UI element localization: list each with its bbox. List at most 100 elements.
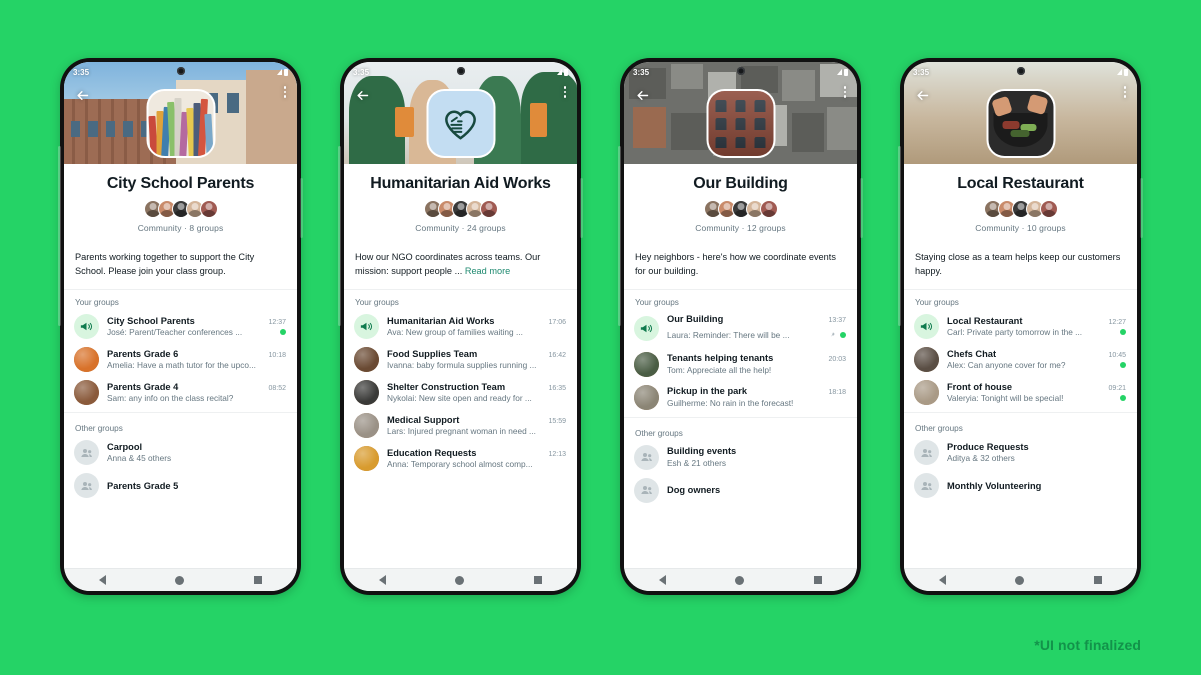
community-icon[interactable] (706, 89, 775, 158)
camera-notch (1016, 67, 1025, 75)
unread-indicator (840, 331, 846, 338)
android-nav-bar[interactable] (64, 568, 297, 591)
group-row[interactable]: Education Requests 12:13 Anna: Temporary s… (344, 442, 577, 475)
group-row[interactable]: Parents Grade 4 08:52 Sam: any info on the… (64, 376, 297, 409)
status-time: 3:35 (913, 67, 930, 77)
group-placeholder-icon (634, 444, 659, 470)
nav-recents-icon[interactable] (1094, 576, 1103, 584)
battery-icon (284, 68, 288, 76)
groups-list[interactable]: Your groups Our Building 13:37 Laura: Remin… (624, 290, 857, 568)
list-divider (624, 416, 857, 418)
group-row[interactable]: Local Restaurant 12:27 Carl: Private party… (904, 310, 1137, 343)
group-timestamp: 10:18 (268, 351, 286, 359)
nav-recents-icon[interactable] (814, 576, 823, 584)
nav-home-icon[interactable] (175, 575, 185, 585)
group-snippet: Alex: Can anyone cover for me? (947, 360, 1066, 371)
back-button[interactable] (73, 86, 91, 104)
community-subtitle: Community · 12 groups (695, 223, 786, 233)
group-timestamp: 12:37 (268, 318, 286, 326)
other-group-row[interactable]: Dog owners (624, 474, 857, 507)
group-placeholder-icon (914, 473, 939, 498)
back-button[interactable] (353, 86, 371, 104)
member-avatar-stack[interactable] (634, 200, 847, 218)
member-avatar (759, 200, 778, 218)
group-row[interactable]: Medical Support 15:59 Lars: Injured pregna… (344, 409, 577, 442)
community-icon[interactable] (426, 89, 495, 158)
android-nav-bar[interactable] (344, 568, 577, 591)
group-row[interactable]: Humanitarian Aid Works 17:06 Ava: New grou… (344, 310, 577, 343)
community-subtitle: Community · 24 groups (415, 223, 506, 233)
group-timestamp: 17:06 (548, 318, 566, 326)
group-timestamp: 16:42 (548, 351, 566, 359)
member-avatar-stack[interactable] (914, 200, 1127, 218)
android-nav-bar[interactable] (624, 568, 857, 591)
member-avatar (479, 200, 498, 218)
signal-icon (837, 69, 842, 75)
group-row[interactable]: Pickup in the park 18:18 Guilherme: No rai… (624, 381, 857, 414)
member-avatar-stack[interactable] (74, 200, 287, 218)
phone-local-restaurant: 3:35 Local Restaurant Community · 10 group… (898, 58, 1143, 595)
group-placeholder-icon (74, 473, 99, 498)
nav-recents-icon[interactable] (254, 576, 263, 584)
group-timestamp: 10:45 (1108, 351, 1126, 359)
read-more-link[interactable]: Read more (465, 266, 510, 276)
community-description: How our NGO coordinates across teams. Ou… (355, 252, 541, 276)
footnote-ui-not-finalized: *UI not finalized (1034, 637, 1141, 653)
overflow-menu-button[interactable] (283, 86, 286, 98)
camera-notch (736, 67, 745, 75)
nav-back-icon[interactable] (378, 575, 386, 585)
overflow-menu-button[interactable] (563, 86, 566, 98)
other-group-row[interactable]: Monthly Volunteering (904, 469, 1137, 502)
community-title: City School Parents (106, 175, 255, 192)
group-name: Parents Grade 6 (107, 348, 179, 359)
other-group-row[interactable]: Parents Grade 5 (64, 469, 297, 502)
nav-home-icon[interactable] (455, 575, 465, 585)
group-snippet: José: Parent/Teacher conferences ... (107, 327, 243, 338)
nav-home-icon[interactable] (735, 575, 745, 585)
android-nav-bar[interactable] (904, 568, 1137, 591)
group-name: Parents Grade 5 (107, 480, 179, 491)
groups-list[interactable]: Your groups Humanitarian Aid Works 17:06 Av… (344, 290, 577, 568)
group-row[interactable]: Food Supplies Team 16:42 Ivanna: baby form… (344, 343, 577, 376)
back-button[interactable] (633, 86, 651, 104)
nav-recents-icon[interactable] (534, 576, 543, 584)
group-name: Local Restaurant (947, 315, 1023, 326)
your-groups-label: Your groups (355, 298, 399, 307)
community-title: Our Building (693, 175, 788, 192)
community-icon[interactable] (146, 89, 215, 158)
back-button[interactable] (913, 86, 931, 104)
announcement-icon (634, 316, 659, 342)
other-group-row[interactable]: Carpool Anna & 45 others (64, 436, 297, 469)
group-timestamp: 08:52 (268, 384, 286, 392)
nav-back-icon[interactable] (658, 575, 666, 585)
overflow-menu-button[interactable] (843, 86, 846, 98)
group-snippet: Valeryia: Tonight will be special! (947, 393, 1064, 404)
group-row[interactable]: Our Building 13:37 Laura: Reminder: There … (624, 310, 857, 348)
group-row[interactable]: Front of house 09:21 Valeryia: Tonight wil… (904, 376, 1137, 409)
phone-screen: 3:35 Humanitarian Aid Works Community · 24… (344, 62, 577, 591)
member-avatar-stack[interactable] (354, 200, 567, 218)
group-row[interactable]: City School Parents 12:37 José: Parent/Tea… (64, 310, 297, 343)
other-group-row[interactable]: Produce Requests Aditya & 32 others (904, 436, 1137, 469)
group-row[interactable]: Shelter Construction Team 16:35 Nykolai: N… (344, 376, 577, 409)
group-snippet: Lars: Injured pregnant woman in need ... (387, 426, 536, 437)
groups-list[interactable]: Your groups City School Parents 12:37 José:… (64, 290, 297, 568)
group-name: Carpool (107, 441, 143, 452)
overflow-menu-button[interactable] (1123, 86, 1126, 98)
group-row[interactable]: Parents Grade 6 10:18 Amelia: Have a math … (64, 343, 297, 376)
phone-screen: 3:35 Our Building Community · 12 groups Hey… (624, 62, 857, 591)
group-name: Dog owners (667, 485, 721, 495)
phone-humanitarian-aid-works: 3:35 Humanitarian Aid Works Community · 24… (338, 58, 583, 595)
groups-list[interactable]: Your groups Local Restaurant 12:27 Carl: Pr… (904, 290, 1137, 568)
your-groups-label: Your groups (915, 298, 959, 307)
nav-back-icon[interactable] (98, 575, 106, 585)
nav-back-icon[interactable] (938, 575, 946, 585)
other-group-row[interactable]: Building events Esh & 21 others (624, 441, 857, 474)
battery-icon (844, 68, 848, 76)
nav-home-icon[interactable] (1015, 575, 1025, 585)
group-row[interactable]: Chefs Chat 10:45 Alex: Can anyone cover fo… (904, 343, 1137, 376)
community-icon[interactable] (986, 89, 1055, 158)
list-divider (904, 412, 1137, 413)
status-icons (277, 68, 288, 76)
group-row[interactable]: Tenants helping tenants 20:03 Tom: Appreci… (624, 348, 857, 381)
